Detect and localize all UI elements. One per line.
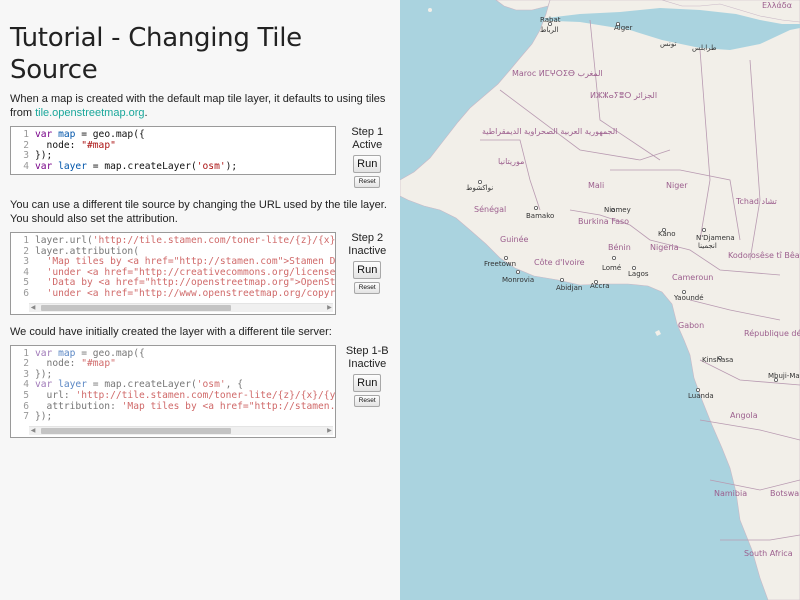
step-1-run-button[interactable]: Run <box>353 155 382 173</box>
page-title: Tutorial - Changing Tile Source <box>10 23 302 85</box>
city-label: طرابلس <box>692 44 717 52</box>
city-label: Rabat <box>540 16 561 24</box>
scroll-left-icon[interactable]: ◀ <box>29 427 37 435</box>
step-1-controls: Step 1 Active Run Reset <box>344 126 390 188</box>
step-1: 1 var map = geo.map({ 2 node: "#map" 3});… <box>10 126 390 188</box>
country-label: Kodorosêse tî Bêafrîka - République Cent… <box>728 250 800 260</box>
scroll-right-icon[interactable]: ▶ <box>325 304 333 312</box>
city-label: الرباط <box>540 26 559 34</box>
country-label: Bénin <box>608 242 631 252</box>
country-label: Maroc ⵍⵎⵖⵔⵉⴱ المغرب <box>512 69 603 78</box>
city-label: نواكشوط <box>466 184 493 192</box>
step-1b: 1 var map = geo.map({ 2 node: "#map" 3});… <box>10 344 390 438</box>
island <box>428 8 432 12</box>
city-label: تونس <box>660 40 676 48</box>
city-label: Lomé <box>602 264 621 272</box>
step-1-status: Active <box>352 139 383 151</box>
country-label: Mali <box>588 181 604 190</box>
step-1b-reset-button[interactable]: Reset <box>354 394 381 407</box>
code-line: 4 var layer = map.createLayer('osm'); <box>23 160 238 172</box>
country-label: Côte d'Ivoire <box>534 257 585 267</box>
scroll-right-icon[interactable]: ▶ <box>325 427 333 435</box>
scroll-left-icon[interactable]: ◀ <box>29 304 37 312</box>
city-label: Lagos <box>628 270 649 278</box>
code-line: 2 node: "#map" <box>23 358 116 370</box>
step-2-label: Step 2 <box>351 232 384 244</box>
city-label: Alger <box>614 24 632 32</box>
country-label: Tchad تشاد <box>735 197 777 206</box>
step-1b-code-editor[interactable]: 1 var map = geo.map({ 2 node: "#map" 3});… <box>10 344 337 438</box>
island <box>407 185 413 191</box>
scrollbar-thumb[interactable] <box>41 427 231 434</box>
intro-text-end: . <box>144 107 148 119</box>
iberia-landmass <box>495 0 551 11</box>
country-label: South Africa <box>744 549 793 558</box>
island <box>655 330 661 336</box>
step-2: 1 layer.url('http://tile.stamen.com/toner… <box>10 232 390 315</box>
city-label: Monrovia <box>502 276 534 284</box>
step-1b-horizontal-scrollbar[interactable]: ◀ ▶ <box>29 425 334 435</box>
step-1-label: Step 1 <box>351 126 384 138</box>
code-line: 1 var map = geo.map({ <box>23 129 145 140</box>
map-view[interactable]: Ελλάδα Maroc ⵍⵎⵖⵔⵉⴱ المغرب ⵍⵣⵣⴰⵢⴻⵔ الجزا… <box>400 0 800 600</box>
country-label: Angola <box>730 411 758 420</box>
country-label: Botswa <box>770 489 799 498</box>
country-label: Gabon <box>678 321 704 330</box>
country-label: ⵍⵣⵣⴰⵢⴻⵔ الجزائر <box>590 91 657 100</box>
step-1b-status: Inactive <box>348 357 387 370</box>
map-canvas[interactable]: Ελλάδα Maroc ⵍⵎⵖⵔⵉⴱ المغرب ⵍⵣⵣⴰⵢⴻⵔ الجزا… <box>400 0 800 600</box>
city-label: Kinshasa <box>702 356 733 364</box>
city-label: Kano <box>658 230 675 238</box>
step-1b-description: We could have initially created the laye… <box>10 325 332 338</box>
country-label: Sénégal <box>474 204 506 214</box>
step-2-description: You can use a different tile source by c… <box>10 199 387 225</box>
city-label: Yaoundé <box>673 294 704 302</box>
step-2-horizontal-scrollbar[interactable]: ◀ ▶ <box>29 302 334 312</box>
country-label: Niger <box>666 181 688 190</box>
step-2-reset-button[interactable]: Reset <box>354 282 381 294</box>
step-1b-run-button[interactable]: Run <box>353 373 382 392</box>
step-1-reset-button[interactable]: Reset <box>354 176 381 188</box>
city-label: Bamako <box>526 212 554 220</box>
code-line: 7}); <box>23 411 53 423</box>
step-2-status: Inactive <box>348 245 387 257</box>
city-label: Mbuji-Mayi <box>768 372 800 380</box>
scrollbar-thumb[interactable] <box>41 304 231 311</box>
step-2-controls: Step 2 Inactive Run Reset <box>344 232 390 294</box>
country-label: Nigeria <box>650 243 679 252</box>
step-1-code-editor[interactable]: 1 var map = geo.map({ 2 node: "#map" 3});… <box>10 126 337 176</box>
country-label: Namibia <box>714 489 747 498</box>
city-label: Accra <box>590 282 610 290</box>
country-label: الجمهورية العربية الصحراوية الديمقراطية <box>482 127 617 136</box>
step-2-run-button[interactable]: Run <box>353 261 382 279</box>
code-line: 2 node: "#map" <box>23 139 116 151</box>
city-label: انجمينا <box>698 242 717 250</box>
city-label: Niamey <box>604 206 631 214</box>
city-label: N'Djamena <box>696 234 735 242</box>
code-line: 6 'under <a href="http://www.openstreetm… <box>23 287 337 299</box>
step-1b-label: Step 1-B <box>345 344 389 357</box>
city-label: Abidjan <box>556 284 582 292</box>
code-line: 1 layer.url('http://tile.stamen.com/toner… <box>23 235 336 246</box>
country-label: Cameroun <box>672 273 713 282</box>
intro-text: When a map is created with the default m… <box>10 92 390 120</box>
step-1b-controls: Step 1-B Inactive Run Reset <box>344 345 390 407</box>
city-label: Luanda <box>688 392 714 400</box>
country-label: موريتانيا <box>498 157 524 166</box>
tutorial-panel: Tutorial - Changing Tile Source When a m… <box>0 0 400 600</box>
country-label: Ελλάδα <box>762 1 792 10</box>
country-label: République démocratique du Congo <box>744 328 800 338</box>
step-2-code-editor[interactable]: 1 layer.url('http://tile.stamen.com/toner… <box>10 232 337 315</box>
city-label: Freetown <box>484 260 516 268</box>
osm-tile-link[interactable]: tile.openstreetmap.org <box>35 107 144 119</box>
country-label: Burkina Faso <box>578 217 629 226</box>
country-label: Guinée <box>500 234 528 244</box>
code-line: 6 attribution: 'Map tiles by <a href="ht… <box>23 400 336 412</box>
